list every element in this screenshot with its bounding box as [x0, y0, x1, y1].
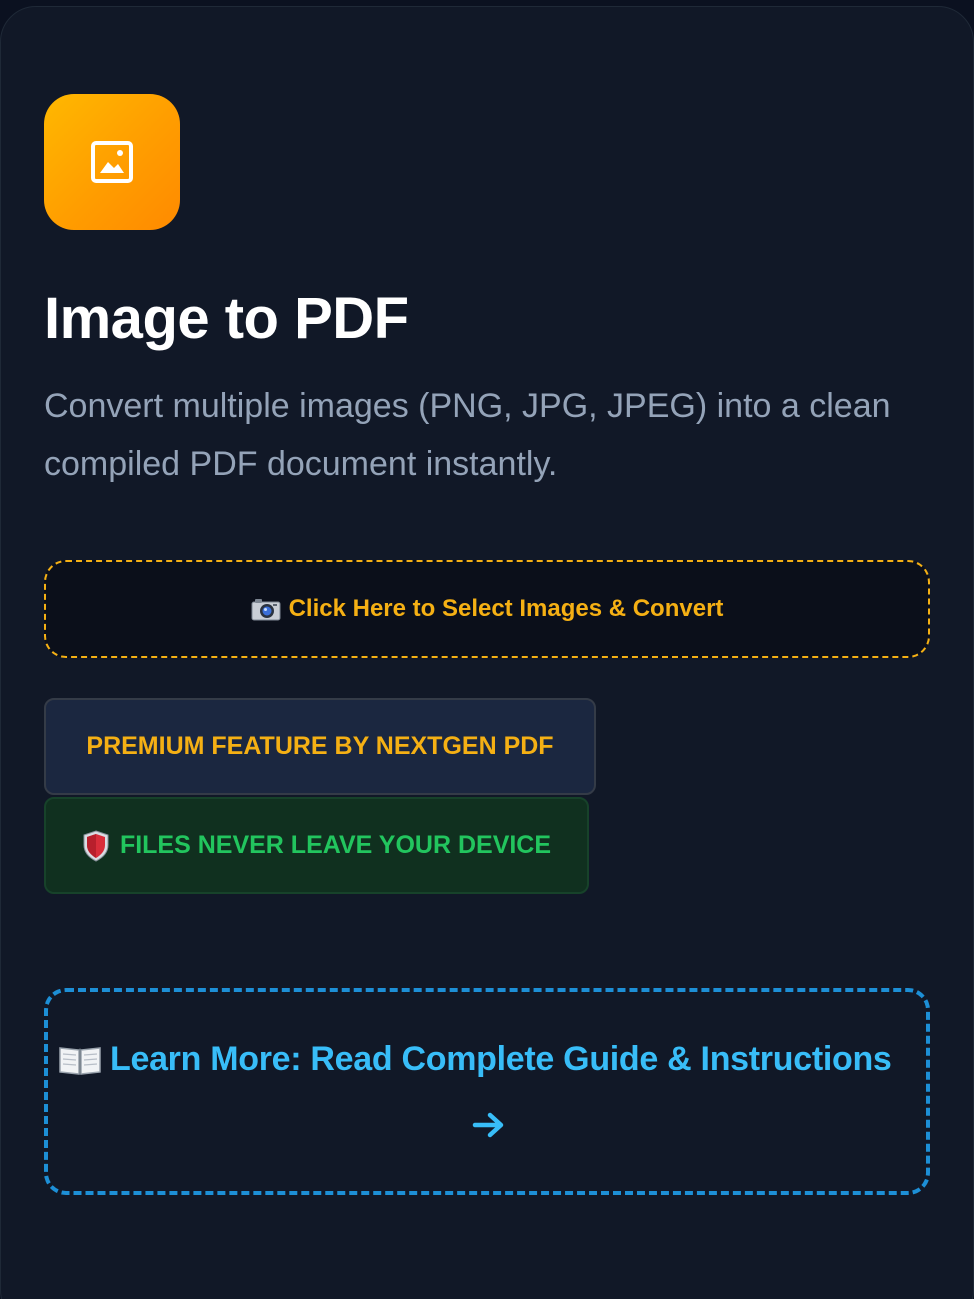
guide-link[interactable]: Learn More: Read Complete Guide & Instru…: [44, 988, 930, 1195]
app-icon: [44, 94, 180, 230]
tool-card: Image to PDF Convert multiple images (PN…: [0, 6, 974, 1299]
select-images-label: Click Here to Select Images & Convert: [288, 595, 724, 622]
page-title: Image to PDF: [44, 286, 409, 351]
premium-badge-label: PREMIUM FEATURE BY NEXTGEN PDF: [86, 732, 554, 760]
premium-badge: PREMIUM FEATURE BY NEXTGEN PDF: [44, 698, 596, 795]
select-images-button[interactable]: Click Here to Select Images & Convert: [44, 560, 930, 658]
tool-description: Convert multiple images (PNG, JPG, JPEG)…: [44, 387, 891, 483]
image-icon: [91, 141, 133, 183]
book-icon: [59, 1046, 101, 1075]
privacy-badge: FILES NEVER LEAVE YOUR DEVICE: [44, 797, 589, 894]
arrow-right-icon: [472, 1112, 504, 1138]
privacy-badge-label: FILES NEVER LEAVE YOUR DEVICE: [119, 831, 552, 859]
camera-icon: [251, 599, 281, 621]
guide-link-row: Learn More: Read Complete Guide & Instru…: [58, 1040, 892, 1079]
guide-link-label: Learn More: Read Complete Guide & Instru…: [110, 1040, 892, 1078]
shield-icon: [83, 829, 109, 862]
